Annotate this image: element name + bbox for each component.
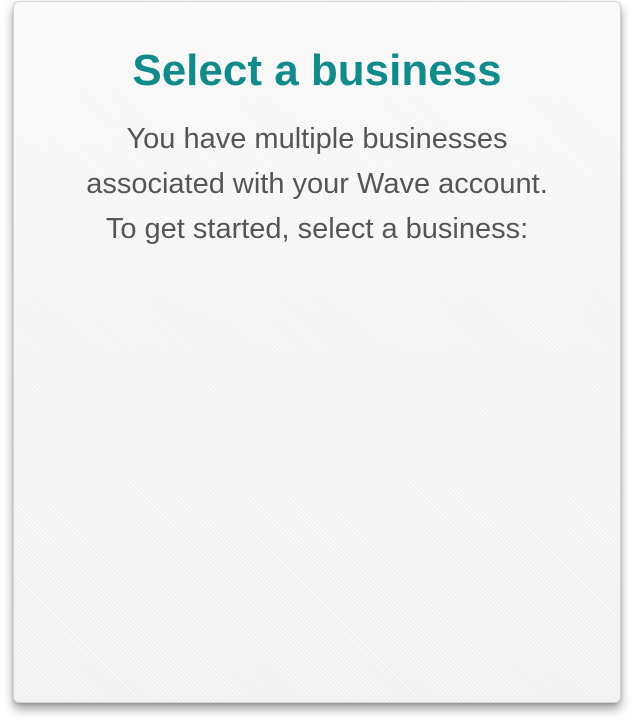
dialog-description: You have multiple businesses associated … [44,117,590,252]
select-business-dialog: Select a business You have multiple busi… [13,1,621,703]
description-line: You have multiple businesses [126,123,508,155]
description-line: associated with your Wave account. [86,168,548,200]
description-line: To get started, select a business: [105,213,529,245]
business-list [44,272,590,672]
dialog-title: Select a business [132,46,502,95]
